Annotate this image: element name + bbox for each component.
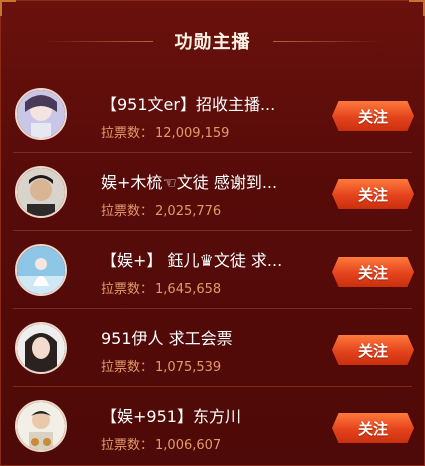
corner-ornament [409, 0, 425, 16]
vote-count: 拉票数： 1,075,539 [101, 356, 221, 375]
top-hosts-panel: 功勋主播 【951文er】招收主播... 拉票数：12,009,159 关注 [0, 0, 425, 466]
avatar[interactable] [15, 88, 67, 140]
follow-button[interactable]: 关注 [332, 335, 414, 365]
vote-label: 拉票数： [101, 126, 154, 141]
vote-label: 拉票数： [101, 282, 154, 297]
panel-title: 功勋主播 [174, 32, 251, 53]
avatar[interactable] [15, 400, 67, 452]
host-name[interactable]: 951伊人 求工会票 [101, 325, 233, 349]
follow-button[interactable]: 关注 [332, 413, 414, 443]
header-divider-right [272, 40, 383, 42]
vote-value: 1,006,607 [155, 438, 222, 453]
host-name[interactable]: 【娱+】 鈺儿♛文徒 求... [101, 247, 282, 271]
list-item: 【951文er】招收主播... 拉票数： 12,009,159 关注 [1, 75, 424, 153]
list-item: 【娱+951】东方川 拉票数： 1,006,607 关注 [1, 387, 424, 465]
avatar[interactable] [15, 166, 67, 218]
list-item: 娱+木梳☜文徒 感谢到... 拉票数： 2,025,776 关注 [1, 153, 424, 231]
list-item: 【娱+】 鈺儿♛文徒 求... 拉票数： 1,645,658 关注 [1, 231, 424, 309]
avatar[interactable] [15, 244, 67, 296]
vote-value: 1,645,658 [155, 282, 222, 297]
follow-button[interactable]: 关注 [332, 179, 414, 209]
avatar[interactable] [15, 322, 67, 374]
vote-count: 拉票数： 1,645,658 [101, 278, 221, 297]
host-name[interactable]: 【951文er】招收主播... [101, 91, 275, 115]
list-item: 951伊人 求工会票 拉票数： 1,075,539 关注 [1, 309, 424, 387]
corner-ornament [0, 0, 16, 16]
panel-header: 功勋主播 [1, 23, 424, 59]
vote-label: 拉票数： [101, 360, 154, 375]
vote-count: 拉票数： 2,025,776 [101, 200, 221, 219]
vote-label: 拉票数： [101, 438, 154, 453]
vote-value: 1,075,539 [155, 360, 222, 375]
vote-value: 12,009,159 [155, 126, 230, 141]
follow-button[interactable]: 关注 [332, 257, 414, 287]
follow-button[interactable]: 关注 [332, 101, 414, 131]
vote-count: 拉票数： 12,009,159 [101, 122, 229, 141]
host-name[interactable]: 【娱+951】东方川 [101, 403, 241, 427]
vote-value: 2,025,776 [155, 204, 222, 219]
vote-count: 拉票数： 1,006,607 [101, 434, 221, 453]
host-list: 【951文er】招收主播... 拉票数： 12,009,159 关注 娱+木梳☜文… [1, 75, 424, 465]
header-divider-left [42, 40, 153, 42]
host-name[interactable]: 娱+木梳☜文徒 感谢到... [101, 169, 277, 193]
vote-label: 拉票数： [101, 204, 154, 219]
